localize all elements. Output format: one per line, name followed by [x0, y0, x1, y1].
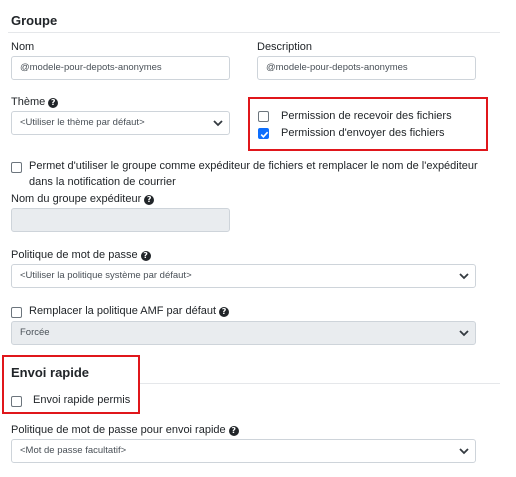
help-icon[interactable]: ? [144, 195, 155, 205]
theme-select[interactable]: <Utiliser le thème par défaut> [11, 111, 230, 135]
theme-label: Thème [11, 96, 46, 108]
quick-password-policy-value: <Mot de passe facultatif> [20, 445, 127, 456]
checkmark-icon [260, 131, 269, 138]
nom-label: Nom [11, 41, 35, 53]
sender-group-line2: dans la notification de courrier [29, 176, 176, 188]
sender-group-line1: Permet d'utiliser le groupe comme expédi… [29, 160, 478, 172]
permission-send-label: Permission d'envoyer des fichiers [281, 127, 445, 139]
section-divider [8, 32, 500, 33]
envoi-rapide-checkbox[interactable] [11, 396, 22, 407]
permissions-highlight [248, 97, 488, 151]
chevron-down-icon [459, 273, 469, 280]
help-icon[interactable]: ? [228, 426, 239, 436]
quick-password-policy-label: Politique de mot de passe pour envoi rap… [11, 424, 226, 436]
amf-checkbox[interactable] [11, 307, 22, 318]
amf-label-row: Remplacer la politique AMF par défaut? [29, 305, 230, 317]
envoi-rapide-section-title: Envoi rapide [11, 365, 90, 380]
permission-receive-label: Permission de recevoir des fichiers [281, 110, 452, 122]
description-input[interactable]: @modele-pour-depots-anonymes [257, 56, 476, 80]
sender-name-input[interactable] [11, 208, 230, 232]
help-icon[interactable]: ? [140, 251, 151, 261]
permission-send-checkbox[interactable] [258, 128, 269, 139]
nom-input[interactable]: @modele-pour-depots-anonymes [11, 56, 230, 80]
amf-value: Forcée [20, 327, 50, 338]
section-divider [140, 383, 500, 384]
password-policy-label-row: Politique de mot de passe? [11, 249, 151, 261]
amf-select[interactable]: Forcée [11, 321, 476, 345]
help-icon[interactable]: ? [48, 98, 59, 108]
amf-label: Remplacer la politique AMF par défaut [29, 305, 217, 317]
chevron-down-icon [213, 120, 223, 127]
permission-receive-checkbox[interactable] [258, 111, 269, 122]
sender-name-label: Nom du groupe expéditeur [11, 193, 142, 205]
password-policy-select[interactable]: <Utiliser la politique système par défau… [11, 264, 476, 288]
description-label: Description [257, 41, 313, 53]
groupe-section-title: Groupe [11, 13, 58, 28]
quick-password-policy-label-row: Politique de mot de passe pour envoi rap… [11, 424, 239, 436]
chevron-down-icon [459, 448, 469, 455]
help-icon[interactable]: ? [219, 307, 230, 317]
sender-group-checkbox[interactable] [11, 162, 22, 173]
envoi-rapide-label: Envoi rapide permis [33, 394, 131, 406]
theme-select-value: <Utiliser le thème par défaut> [20, 117, 145, 128]
sender-name-label-row: Nom du groupe expéditeur? [11, 193, 155, 205]
quick-password-policy-select[interactable]: <Mot de passe facultatif> [11, 439, 476, 463]
chevron-down-icon [459, 330, 469, 337]
theme-label-row: Thème? [11, 96, 59, 108]
password-policy-value: <Utiliser la politique système par défau… [20, 270, 192, 281]
password-policy-label: Politique de mot de passe [11, 249, 138, 261]
